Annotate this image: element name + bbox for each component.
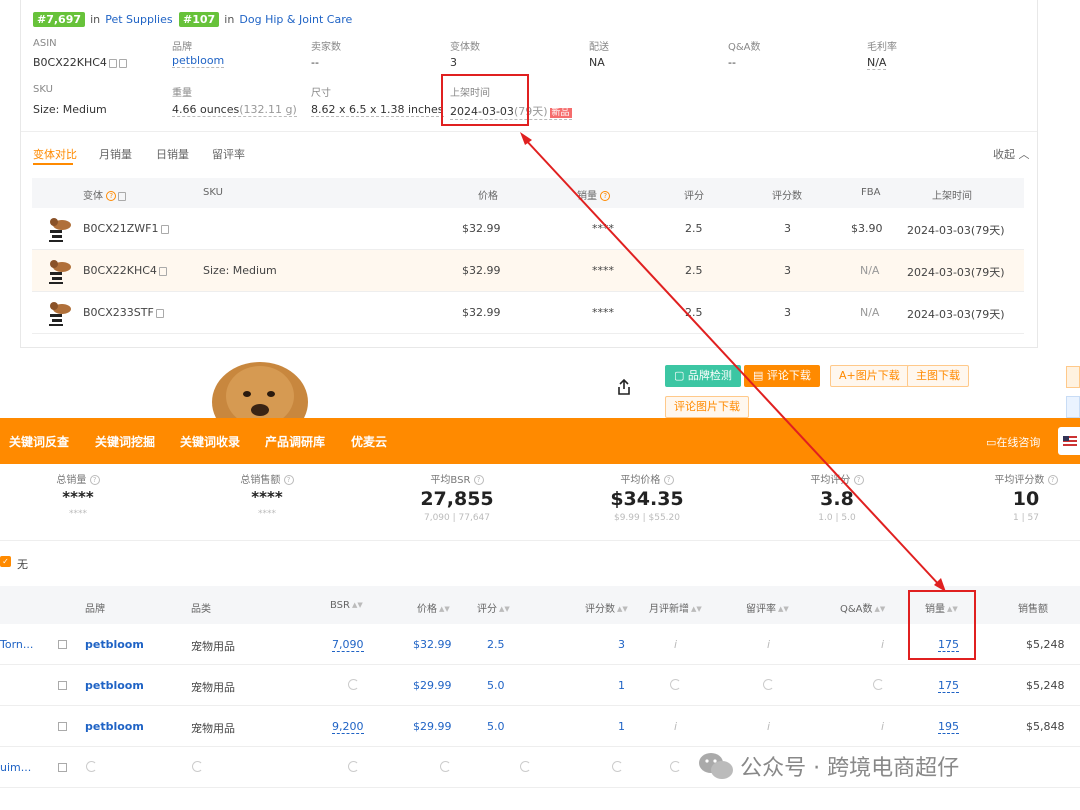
- filter-label: 无: [17, 558, 28, 571]
- review-download-button[interactable]: ▤ 评论下载: [744, 365, 820, 387]
- filter-checkbox[interactable]: ✓: [0, 556, 11, 567]
- brand-link[interactable]: petbloom: [85, 679, 144, 692]
- detail-icon[interactable]: [58, 763, 67, 772]
- variant-row[interactable]: B0CX21ZWF1 $32.99 **** 2.5 3 $3.90 2024-…: [32, 208, 1024, 250]
- help-icon: ?: [106, 191, 117, 201]
- sort-rating[interactable]: 评分 ▲▼: [477, 600, 510, 615]
- us-flag-selector[interactable]: [1058, 427, 1080, 455]
- rank-2: #107 in Dog Hip & Joint Care: [179, 8, 352, 27]
- tab-variant-compare[interactable]: 变体对比: [33, 146, 77, 162]
- tab-daily-sales[interactable]: 日销量: [156, 146, 189, 162]
- copy-icon: [155, 308, 164, 318]
- product-title[interactable]: Torn...: [0, 638, 33, 651]
- loading-icon: [348, 679, 359, 690]
- stat-total-sales: 总销量 ? **** ****: [18, 471, 138, 519]
- toolbar-nav: 关键词反查 关键词挖掘 关键词收录 产品调研库 优麦云 ▭在线咨询: [0, 418, 1080, 464]
- loading-icon: [192, 761, 203, 772]
- help-icon: ?: [600, 191, 611, 201]
- detail-icon[interactable]: [58, 640, 67, 649]
- variant-table-header: 变体 ? SKU 价格 销量 ? 评分 评分数 FBA 上架时间: [32, 178, 1024, 208]
- loading-icon: [520, 761, 531, 772]
- dog-product-thumbnail: [49, 302, 71, 326]
- collapse-button[interactable]: 收起 ︿: [993, 146, 1030, 162]
- loading-icon: [670, 761, 681, 772]
- variant-row[interactable]: B0CX22KHC4 Size: Medium $32.99 **** 2.5 …: [32, 250, 1024, 292]
- side-tool-icon[interactable]: [1066, 396, 1080, 418]
- brand-link[interactable]: petbloom: [85, 720, 144, 733]
- stat-avg-rating: 平均评分 ? 3.8 1.0 | 5.0: [767, 471, 907, 523]
- nav-product-research[interactable]: 产品调研库: [265, 433, 325, 450]
- tab-monthly-sales[interactable]: 月销量: [99, 146, 132, 162]
- variant-asin[interactable]: B0CX22KHC4: [83, 264, 167, 277]
- detail-icon[interactable]: [58, 722, 67, 731]
- dog-product-thumbnail: [49, 260, 71, 284]
- copy-icon[interactable]: [118, 58, 127, 68]
- stat-avg-bsr: 平均BSR ? 27,855 7,090 | 77,647: [420, 475, 494, 523]
- loading-icon: [670, 679, 681, 690]
- loading-icon: [873, 679, 884, 690]
- wechat-watermark: 公众号 · 跨境电商超仔: [697, 750, 959, 782]
- sales-value[interactable]: 195: [938, 720, 959, 734]
- main-image-download-button[interactable]: 主图下载: [907, 365, 969, 387]
- category-link[interactable]: Dog Hip & Joint Care: [239, 13, 352, 26]
- loading-icon: [440, 761, 451, 772]
- divider: [0, 540, 1080, 541]
- copy-icon[interactable]: [108, 58, 117, 68]
- new-badge: 新品: [549, 108, 572, 118]
- rank-badge: #7,697: [33, 12, 86, 27]
- nav-keyword-reverse[interactable]: 关键词反查: [9, 433, 69, 450]
- asin-value: B0CX22KHC4: [33, 56, 127, 69]
- annotation-box-sales: [908, 590, 976, 660]
- loading-icon: [348, 761, 359, 772]
- variant-asin[interactable]: B0CX21ZWF1: [83, 222, 169, 235]
- share-icon[interactable]: [615, 378, 633, 396]
- weight-value: 4.66 ounces(132.11 g): [172, 103, 297, 117]
- rank-1: #7,697 in Pet Supplies: [33, 8, 173, 27]
- rank-badge: #107: [179, 12, 220, 27]
- golden-retriever-image: [212, 362, 308, 418]
- brand-link[interactable]: petbloom: [172, 54, 225, 68]
- table-row[interactable]: petbloom 宠物用品 9,200 $29.99 5.0 1 i i i 1…: [0, 706, 1080, 747]
- table-row[interactable]: petbloom 宠物用品 $29.99 5.0 1 175 $5,248: [0, 665, 1080, 706]
- divider: [21, 131, 1037, 132]
- variant-row[interactable]: B0CX233STF $32.99 **** 2.5 3 N/A 2024-03…: [32, 292, 1024, 334]
- loading-icon: [763, 679, 774, 690]
- stat-total-revenue: 总销售额 ? **** ****: [207, 471, 327, 519]
- sort-review-rate[interactable]: 留评率 ▲▼: [746, 600, 789, 615]
- variant-asin[interactable]: B0CX233STF: [83, 306, 164, 319]
- active-tab-indicator: [33, 163, 73, 165]
- copy-icon: [158, 266, 167, 276]
- stat-avg-rating-count: 平均评分数 ? 10 1 | 57: [956, 471, 1080, 523]
- annotation-box-listing-date: [441, 74, 529, 126]
- tab-review-rate[interactable]: 留评率: [212, 146, 245, 162]
- sales-value[interactable]: 175: [938, 679, 959, 693]
- col-variant: 变体 ?: [83, 187, 127, 202]
- side-tool-icon[interactable]: [1066, 366, 1080, 388]
- sort-price[interactable]: 价格 ▲▼: [417, 600, 450, 615]
- category-link[interactable]: Pet Supplies: [105, 13, 172, 26]
- nav-keyword-indexing[interactable]: 关键词收录: [180, 433, 240, 450]
- brand-link[interactable]: petbloom: [85, 638, 144, 651]
- wechat-icon: [699, 753, 733, 779]
- stat-avg-price: 平均价格 ? $34.35 $9.99 | $55.20: [610, 475, 684, 523]
- review-image-download-button[interactable]: 评论图片下载: [665, 396, 749, 418]
- nav-keyword-mining[interactable]: 关键词挖掘: [95, 433, 155, 450]
- aplus-image-download-button[interactable]: A+图片下载: [830, 365, 909, 387]
- loading-icon: [86, 761, 97, 772]
- sort-bsr[interactable]: BSR ▲▼: [330, 600, 363, 611]
- nav-youmaiyun[interactable]: 优麦云: [351, 433, 387, 450]
- copy-icon: [118, 191, 127, 201]
- sort-qa-count[interactable]: Q&A数 ▲▼: [840, 600, 885, 615]
- sort-rating-count[interactable]: 评分数 ▲▼: [585, 600, 628, 615]
- dog-product-thumbnail: [49, 218, 71, 242]
- copy-icon: [160, 224, 169, 234]
- product-title[interactable]: uim...: [0, 761, 31, 774]
- brand-check-button[interactable]: ▢ 品牌检测: [665, 365, 741, 387]
- col-sales: 销量 ?: [577, 187, 611, 202]
- detail-icon[interactable]: [58, 681, 67, 690]
- loading-icon: [612, 761, 623, 772]
- sort-monthly-new-reviews[interactable]: 月评新增 ▲▼: [649, 600, 702, 615]
- us-flag-icon: [1063, 436, 1077, 446]
- online-consult-link[interactable]: ▭在线咨询: [986, 434, 1040, 450]
